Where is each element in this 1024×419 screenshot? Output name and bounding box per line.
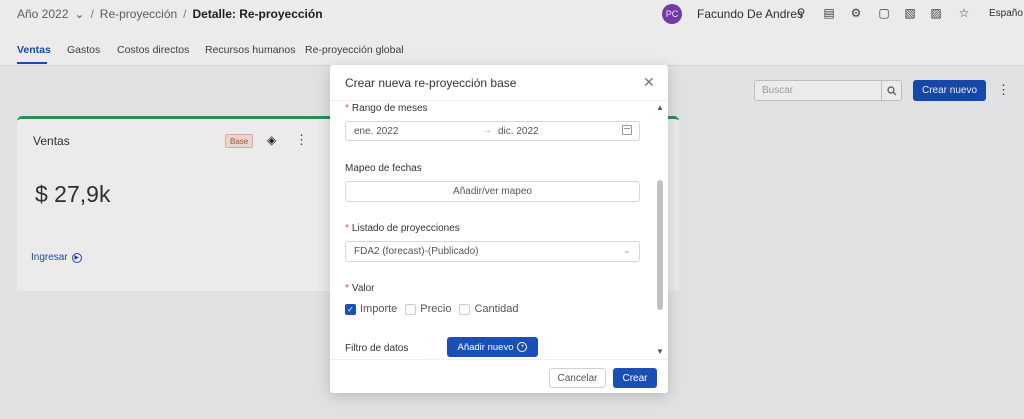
cancel-button[interactable]: Cancelar [549, 368, 606, 388]
arrow-right-icon: → [482, 125, 492, 136]
range-end[interactable]: dic. 2022 [498, 126, 539, 137]
value-options: ✓ Importe Precio Cantidad [345, 303, 519, 315]
create-reprojection-modal: Crear nueva re-proyección base ✕ * Rango … [330, 65, 668, 393]
projection-list-label: * Listado de proyecciones [345, 223, 460, 234]
option-importe[interactable]: ✓ Importe [345, 303, 397, 315]
create-button[interactable]: Crear [613, 368, 657, 388]
checkbox-icon[interactable] [405, 303, 417, 315]
modal-scrollbar[interactable]: ▲ ▼ [656, 103, 664, 357]
modal-footer: Cancelar Crear [330, 359, 668, 393]
option-label: Cantidad [474, 303, 519, 315]
projection-select[interactable]: FDA2 (forecast)-(Publicado) ⌄ [345, 241, 640, 262]
option-cantidad[interactable]: Cantidad [459, 303, 519, 315]
add-mapping-button[interactable]: Añadir/ver mapeo [345, 181, 640, 202]
add-filter-label: Añadir nuevo [457, 341, 514, 353]
checkbox-icon[interactable] [459, 303, 471, 315]
modal-header: Crear nueva re-proyección base ✕ [330, 65, 668, 101]
value-label: * Valor [345, 283, 375, 294]
calendar-icon [622, 125, 632, 135]
scroll-up-icon[interactable]: ▲ [656, 103, 664, 112]
checkbox-checked-icon[interactable]: ✓ [345, 303, 356, 315]
range-label: * Rango de meses [345, 103, 428, 114]
scroll-thumb[interactable] [657, 180, 663, 310]
close-icon[interactable]: ✕ [643, 74, 655, 91]
modal-title: Crear nueva re-proyección base [345, 76, 517, 90]
projection-select-value: FDA2 (forecast)-(Publicado) [354, 246, 479, 257]
add-filter-button[interactable]: Añadir nuevo + [447, 337, 538, 357]
chevron-down-icon: ⌄ [623, 245, 631, 255]
range-start[interactable]: ene. 2022 [354, 126, 399, 137]
mapping-label: Mapeo de fechas [345, 163, 422, 174]
scroll-down-icon[interactable]: ▼ [656, 347, 664, 356]
option-label: Precio [420, 303, 452, 315]
filter-label: Filtro de datos [345, 343, 409, 354]
month-range-picker[interactable]: ene. 2022 → dic. 2022 [345, 121, 640, 141]
option-label: Importe [360, 303, 398, 315]
option-precio[interactable]: Precio [405, 303, 451, 315]
plus-circle-icon: + [517, 342, 528, 352]
